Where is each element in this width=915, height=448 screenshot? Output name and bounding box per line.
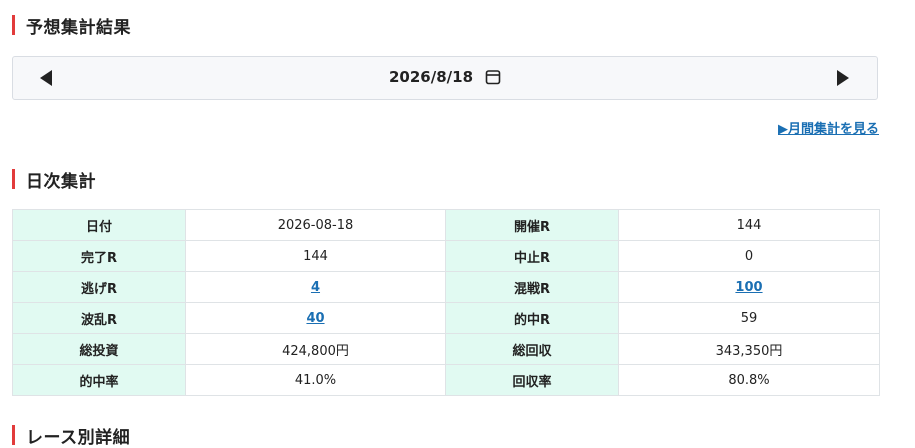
date-picker[interactable]: 2026/8/18 [13,68,877,86]
table-header-cell: 総回収 [445,333,619,365]
table-value-cell: 4 [185,271,446,303]
caret-right-icon[interactable] [837,70,849,86]
table-header-cell: 的中率 [12,364,186,396]
section-title-label: 予想集計結果 [26,17,131,38]
table-value-link[interactable]: 4 [311,280,320,295]
section-title-forecast-summary: 予想集計結果 [12,14,131,38]
table-row: 的中率 41.0% 回収率 80.8% [12,364,880,396]
table-value-cell: 343,350円 [618,333,880,365]
table-row: 日付 2026-08-18 開催R 144 [12,209,880,241]
table-header-cell: 逃げR [12,271,186,303]
table-header-cell: 的中R [445,302,619,334]
accent-bar [12,15,15,35]
accent-bar [12,425,15,445]
table-header-cell: 中止R [445,240,619,272]
table-value-cell: 41.0% [185,364,446,396]
table-row: 完了R 144 中止R 0 [12,240,880,272]
table-header-cell: 回収率 [445,364,619,396]
table-header-cell: 波乱R [12,302,186,334]
table-header-cell: 完了R [12,240,186,272]
daily-summary-table: 日付 2026-08-18 開催R 144 完了R 144 中止R 0 逃げR 4 混戦R 100 波乱… [12,209,880,396]
table-value-cell: 40 [185,302,446,334]
table-value-cell: 0 [618,240,880,272]
table-value-link[interactable]: 40 [306,311,324,326]
section-title-daily-summary: 日次集計 [12,168,96,192]
current-date: 2026/8/18 [388,68,474,86]
table-value-cell: 424,800円 [185,333,446,365]
table-row: 波乱R 40 的中R 59 [12,302,880,334]
table-row: 逃げR 4 混戦R 100 [12,271,880,303]
table-value-cell: 80.8% [618,364,880,396]
table-value-cell: 59 [618,302,880,334]
section-title-label: レース別詳細 [26,427,131,448]
section-title-race-details: レース別詳細 [12,424,131,448]
section-title-label: 日次集計 [26,171,96,192]
table-value-cell: 100 [618,271,880,303]
accent-bar [12,169,15,189]
table-header-cell: 総投資 [12,333,186,365]
table-value-cell: 144 [185,240,446,272]
table-header-cell: 混戦R [445,271,619,303]
table-value-cell: 2026-08-18 [185,209,446,241]
table-header-cell: 開催R [445,209,619,241]
monthly-summary-link[interactable]: ▶月間集計を見る [778,118,879,137]
table-row: 総投資 424,800円 総回収 343,350円 [12,333,880,365]
table-value-link[interactable]: 100 [735,280,762,295]
calendar-icon[interactable] [485,69,501,85]
date-navigation-bar: 2026/8/18 [12,56,878,100]
table-value-cell: 144 [618,209,880,241]
table-header-cell: 日付 [12,209,186,241]
